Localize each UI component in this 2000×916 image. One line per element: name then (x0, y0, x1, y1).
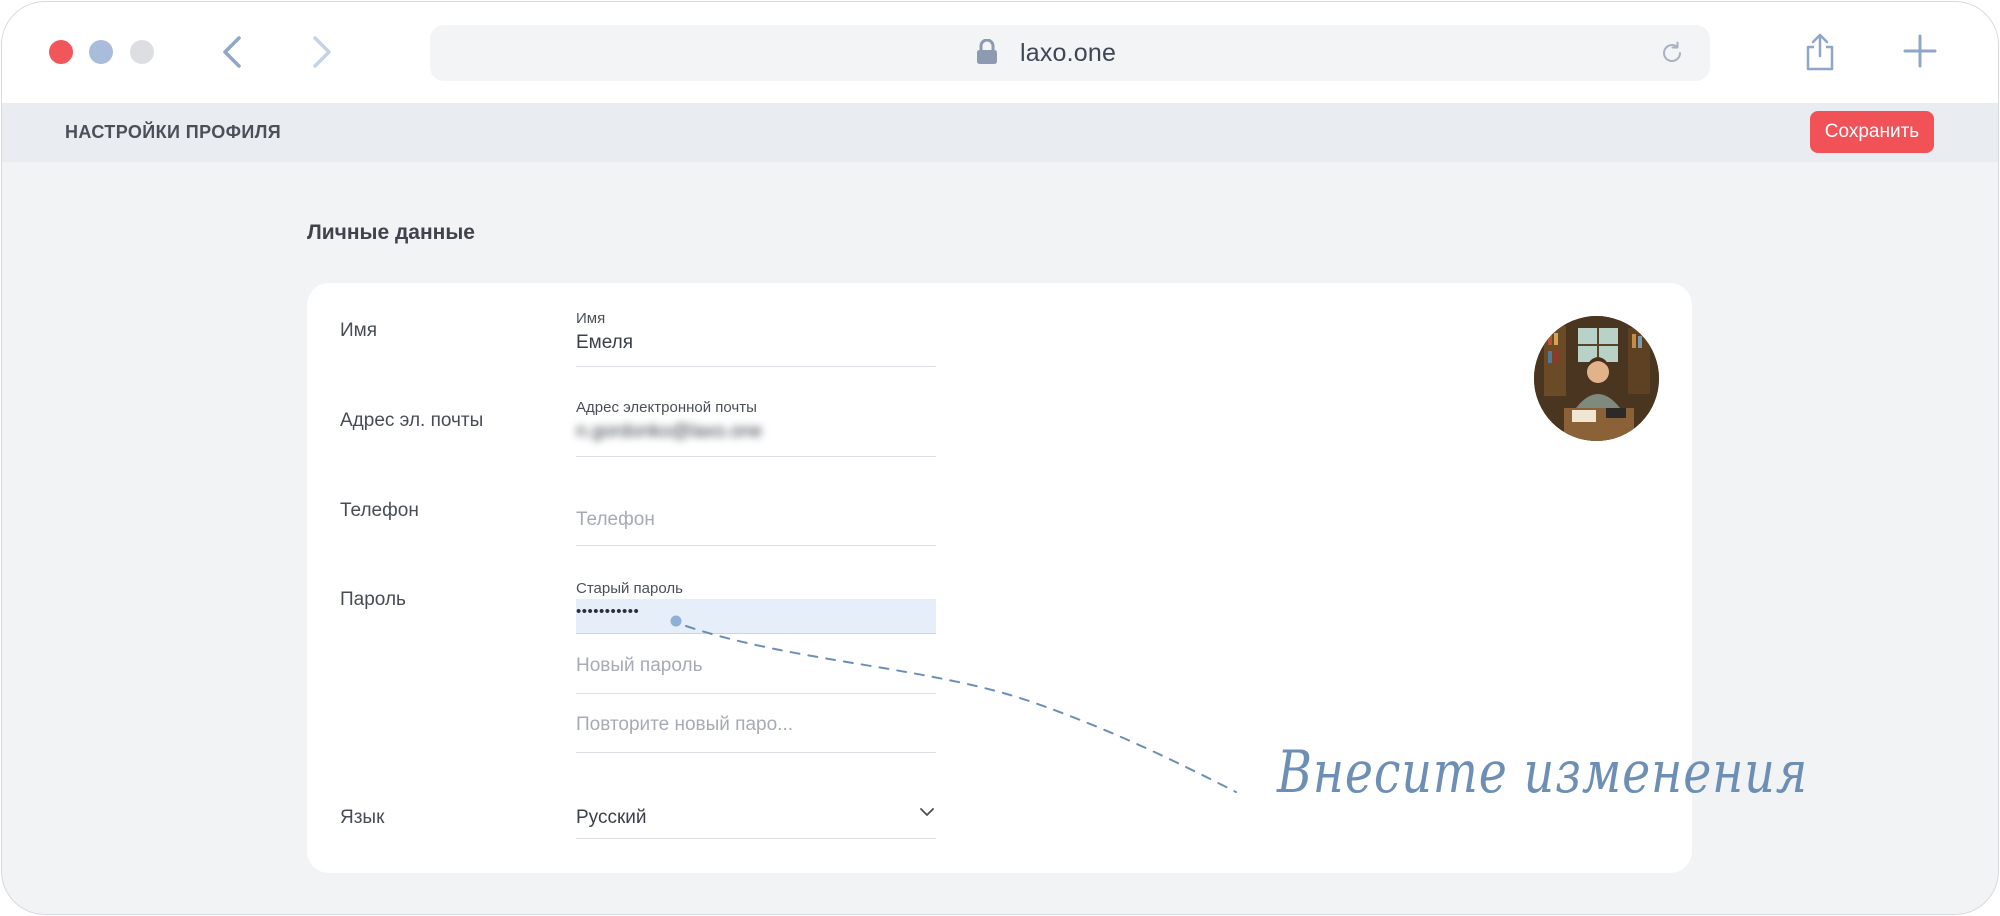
old-password-value: ••••••••••• (576, 603, 640, 620)
language-row-label: Язык (340, 807, 385, 828)
new-tab-icon[interactable] (1902, 33, 1938, 69)
email-field-label: Адрес электронной почты (576, 399, 757, 416)
save-button[interactable]: Сохранить (1810, 111, 1934, 153)
chevron-right-icon (313, 36, 331, 68)
chevron-left-icon (223, 36, 241, 68)
phone-input-placeholder: Телефон (576, 509, 655, 530)
back-button[interactable] (214, 32, 254, 72)
language-selected-value: Русский (576, 807, 647, 828)
repeat-password-placeholder: Повторите новый паро... (576, 714, 793, 735)
profile-photo (1534, 316, 1659, 441)
phone-field[interactable]: Телефон (576, 489, 936, 546)
maximize-window-button[interactable] (130, 40, 154, 64)
chevron-down-icon (920, 808, 934, 816)
old-password-label: Старый пароль (576, 580, 683, 597)
annotation-text: Внесите изменения (1277, 738, 1809, 806)
email-row-label: Адрес эл. почты (340, 410, 484, 431)
share-icon[interactable] (1803, 32, 1837, 72)
new-password-placeholder: Новый пароль (576, 655, 703, 676)
phone-row-label: Телефон (340, 500, 419, 521)
url-text: laxo.one (1020, 39, 1117, 67)
close-window-button[interactable] (49, 40, 73, 64)
password-row-label: Пароль (340, 589, 406, 610)
page-header: НАСТРОЙКИ ПРОФИЛЯ Сохранить (2, 103, 1998, 162)
name-input-value: Емеля (576, 332, 634, 353)
minimize-window-button[interactable] (89, 40, 113, 64)
address-bar[interactable]: laxo.one (430, 25, 1710, 81)
repeat-password-field[interactable]: Повторите новый паро... (576, 698, 936, 753)
language-select[interactable]: Русский (576, 793, 936, 839)
section-title: Личные данные (307, 221, 475, 244)
forward-button[interactable] (302, 32, 342, 72)
email-field[interactable]: Адрес электронной почты n.gordonko@laxo.… (576, 399, 936, 457)
email-input-value: n.gordonko@laxo.one (576, 421, 763, 442)
page-title: НАСТРОЙКИ ПРОФИЛЯ (65, 122, 282, 142)
browser-window: laxo.one НАСТРОЙКИ ПРОФИЛЯ Сохранить Лич… (1, 1, 1999, 915)
lock-icon (977, 39, 997, 64)
name-field-label: Имя (576, 310, 606, 327)
name-field[interactable]: Имя Емеля (576, 308, 936, 367)
browser-toolbar: laxo.one (2, 2, 1998, 103)
new-password-field[interactable]: Новый пароль (576, 639, 936, 694)
old-password-field[interactable]: ••••••••••• (576, 599, 936, 634)
name-row-label: Имя (340, 320, 378, 341)
avatar[interactable] (1534, 316, 1659, 441)
reload-icon[interactable] (1659, 40, 1685, 66)
